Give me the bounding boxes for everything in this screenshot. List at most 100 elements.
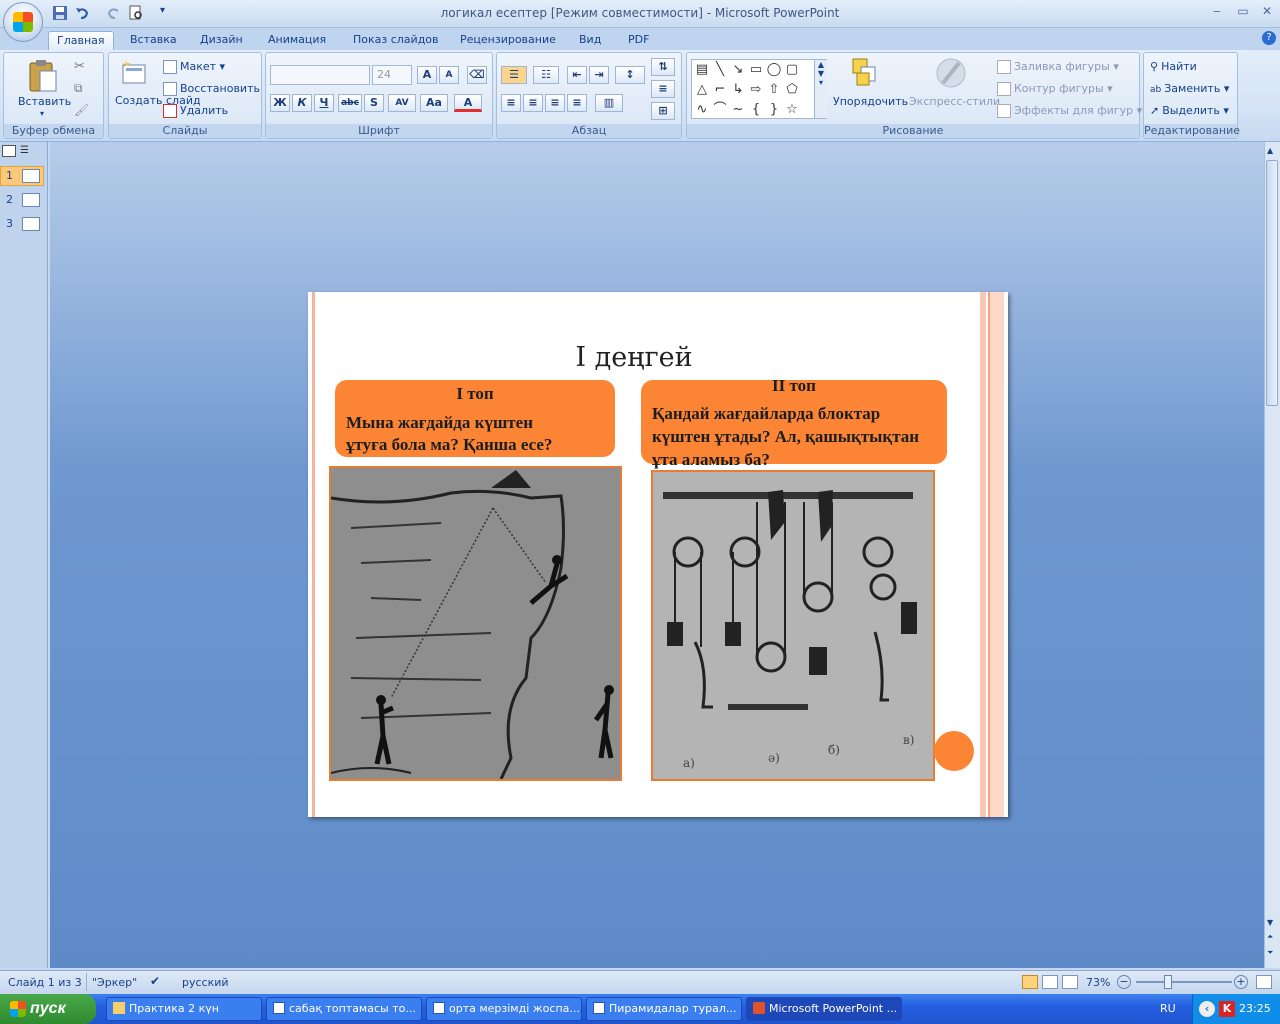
task-powerpoint[interactable]: Microsoft PowerPoint ...: [746, 997, 902, 1021]
zoom-level[interactable]: 73%: [1086, 976, 1110, 989]
text-direction-button[interactable]: ⇅: [651, 58, 675, 76]
font-size-input[interactable]: 24: [372, 65, 412, 85]
paste-button[interactable]: Вставить: [18, 95, 71, 108]
antivirus-icon[interactable]: K: [1219, 1001, 1235, 1017]
arrow-shape-icon[interactable]: ↘: [730, 62, 746, 78]
align-right-button[interactable]: ≡: [545, 94, 565, 112]
align-center-button[interactable]: ≡: [523, 94, 543, 112]
justify-button[interactable]: ≡: [567, 94, 587, 112]
office-button[interactable]: [3, 2, 43, 42]
thumbnail-1[interactable]: [22, 169, 40, 183]
task-folder[interactable]: Практика 2 күн: [106, 997, 262, 1021]
clear-format-icon[interactable]: ⌫: [467, 66, 487, 84]
tab-pdf[interactable]: PDF: [620, 31, 657, 50]
tab-design[interactable]: Дизайн: [192, 31, 251, 50]
rectangle-shape-icon[interactable]: ▭: [748, 62, 764, 78]
elbow-connector-icon[interactable]: ⌐: [712, 82, 728, 98]
slide-sorter-icon[interactable]: [1042, 975, 1058, 989]
arc-shape-icon[interactable]: ⌒: [712, 102, 728, 118]
slide-title[interactable]: I деңгей: [308, 342, 960, 373]
pentagon-shape-icon[interactable]: ⬠: [784, 82, 800, 98]
input-language[interactable]: RU: [1160, 1002, 1176, 1015]
climbing-image[interactable]: [329, 466, 622, 781]
vertical-scrollbar[interactable]: ▲ ▼ ⏶ ⏷: [1264, 142, 1280, 968]
left-brace-icon[interactable]: {: [748, 102, 764, 118]
curve-shape-icon[interactable]: ∿: [694, 102, 710, 118]
align-text-button[interactable]: ≡: [651, 80, 675, 98]
bullets-button[interactable]: ☰: [501, 66, 527, 84]
cut-icon[interactable]: ✂: [74, 59, 85, 74]
star-shape-icon[interactable]: ☆: [784, 102, 800, 118]
zoom-in-icon[interactable]: +: [1234, 975, 1248, 989]
bold-button[interactable]: Ж: [270, 94, 290, 112]
scroll-up-icon[interactable]: ▲: [1267, 146, 1273, 155]
restore-button[interactable]: ▭: [1232, 4, 1254, 22]
increase-indent-button[interactable]: ⇥: [589, 66, 609, 84]
task-word-2[interactable]: орта мерзімді жоспа...: [426, 997, 582, 1021]
close-button[interactable]: ✕: [1256, 4, 1278, 22]
line-shape-icon[interactable]: ╲: [712, 62, 728, 78]
char-spacing-button[interactable]: AV: [388, 94, 416, 112]
rounded-rect-shape-icon[interactable]: ▢: [784, 62, 800, 78]
align-left-button[interactable]: ≡: [501, 94, 521, 112]
smartart-button[interactable]: ⊞: [651, 102, 675, 120]
start-button[interactable]: пуск: [0, 994, 96, 1024]
font-name-input[interactable]: [270, 65, 370, 85]
task-word-3[interactable]: Пирамидалар турал...: [586, 997, 742, 1021]
oval-shape-icon[interactable]: ◯: [766, 62, 782, 78]
tab-review[interactable]: Рецензирование: [452, 31, 564, 50]
spellcheck-icon[interactable]: ✔: [150, 974, 160, 988]
strikethrough-button[interactable]: abc: [338, 94, 362, 112]
prev-slide-icon[interactable]: ⏶: [1267, 932, 1273, 942]
layout-button[interactable]: Макет ▾: [163, 60, 225, 74]
reset-button[interactable]: Восстановить: [163, 82, 260, 96]
shrink-font-button[interactable]: A: [439, 66, 459, 84]
underline-button[interactable]: Ч: [314, 94, 334, 112]
find-button[interactable]: ⚲ Найти: [1150, 60, 1197, 73]
zoom-out-icon[interactable]: −: [1117, 975, 1131, 989]
outline-view-tab-icon[interactable]: ☰: [20, 145, 38, 157]
slides-view-tab-icon[interactable]: [2, 145, 16, 157]
change-case-button[interactable]: Aa: [420, 94, 448, 112]
slideshow-view-icon[interactable]: [1062, 975, 1078, 989]
shape-fill-button[interactable]: Заливка фигуры ▾: [997, 60, 1119, 74]
shape-effects-button[interactable]: Эффекты для фигур ▾: [997, 104, 1142, 118]
tray-arrow-icon[interactable]: ‹: [1199, 1001, 1215, 1017]
minimize-button[interactable]: ‒: [1206, 4, 1228, 22]
tab-home[interactable]: Главная: [48, 31, 114, 50]
copy-icon[interactable]: ⧉: [74, 81, 83, 96]
scroll-thumb[interactable]: [1266, 160, 1278, 406]
select-button[interactable]: ➚ Выделить ▾: [1150, 104, 1229, 117]
columns-button[interactable]: ▥: [595, 94, 623, 112]
right-brace-icon[interactable]: }: [766, 102, 782, 118]
format-painter-icon[interactable]: 🖌: [74, 103, 89, 117]
zoom-slider-thumb[interactable]: [1164, 975, 1172, 989]
triangle-shape-icon[interactable]: △: [694, 82, 710, 98]
shadow-button[interactable]: S: [364, 94, 384, 112]
next-slide-icon[interactable]: ⏷: [1267, 948, 1273, 958]
clock[interactable]: 23:25: [1239, 1002, 1271, 1015]
scroll-down-icon[interactable]: ▼: [1267, 918, 1273, 927]
group1-box[interactable]: I топ Мына жағдайда күштен ұтуға бола ма…: [335, 380, 615, 457]
express-styles-button[interactable]: Экспресс-стили: [909, 95, 1000, 108]
language-status[interactable]: русский: [182, 976, 229, 989]
replace-button[interactable]: ab Заменить ▾: [1150, 82, 1229, 95]
shape-outline-button[interactable]: Контур фигуры ▾: [997, 82, 1113, 96]
block-arrow-icon[interactable]: ⇨: [748, 82, 764, 98]
thumbnail-3[interactable]: [22, 217, 40, 231]
zoom-slider[interactable]: [1136, 981, 1232, 983]
normal-view-icon[interactable]: [1022, 975, 1038, 989]
decrease-indent-button[interactable]: ⇤: [567, 66, 587, 84]
shapes-scroll[interactable]: ▲ ▼ ▾: [814, 60, 827, 118]
tab-view[interactable]: Вид: [571, 31, 609, 50]
wave-shape-icon[interactable]: ~: [730, 102, 746, 118]
tab-animation[interactable]: Анимация: [260, 31, 334, 50]
group2-box[interactable]: II топ Қандай жағдайларда блоктар күштен…: [641, 376, 947, 469]
thumbnail-2[interactable]: [22, 193, 40, 207]
fit-to-window-icon[interactable]: [1256, 975, 1272, 989]
slide-canvas[interactable]: I деңгей I топ Мына жағдайда күштен ұтуғ…: [308, 292, 1008, 817]
new-slide-button[interactable]: Создать слайд: [115, 95, 201, 107]
elbow-arrow-icon[interactable]: ↳: [730, 82, 746, 98]
line-spacing-button[interactable]: ↕: [615, 66, 645, 84]
tab-slideshow[interactable]: Показ слайдов: [345, 31, 447, 50]
